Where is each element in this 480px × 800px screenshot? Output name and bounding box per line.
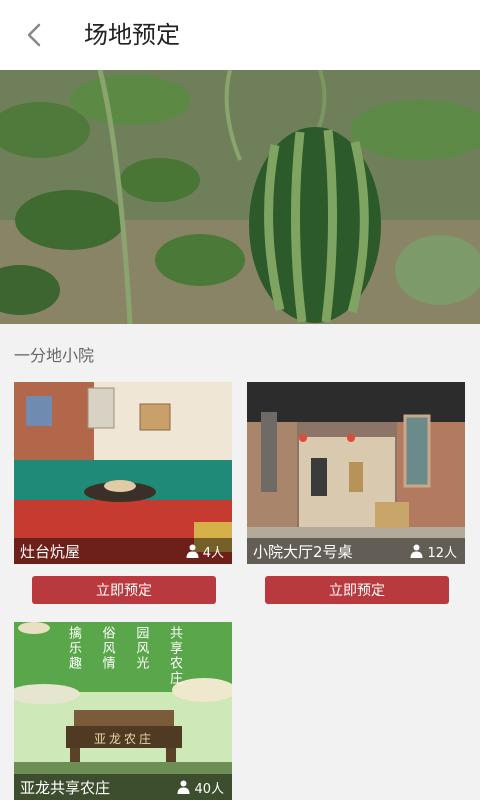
- venue-capacity: 40人: [177, 778, 224, 797]
- venue-photo: 擒乐趣 俗风情 园风光 共享农庄 亚龙农庄 亚龙共享农庄 40人: [14, 622, 232, 800]
- chevron-left-icon: [27, 23, 41, 47]
- app-header: 场地预定: [0, 0, 480, 71]
- venue-photo: 灶台炕屋 4人: [14, 382, 232, 564]
- venue-name: 灶台炕屋: [20, 542, 81, 561]
- poster-text: 擒乐趣: [66, 626, 81, 671]
- person-icon: [410, 544, 423, 558]
- venue-card[interactable]: 灶台炕屋 4人: [14, 382, 232, 564]
- venue-capacity: 4人: [186, 542, 224, 561]
- book-now-button[interactable]: 立即预定: [265, 576, 449, 604]
- venue-capacity: 12人: [410, 542, 457, 561]
- venue-capacity-text: 40人: [194, 781, 224, 797]
- page-title: 场地预定: [84, 21, 180, 49]
- banner-image: [0, 70, 480, 324]
- book-now-button[interactable]: 立即预定: [32, 576, 216, 604]
- poster-text: 共享农庄: [166, 626, 182, 686]
- poster-text: 园风光: [133, 626, 149, 671]
- venue-capacity-text: 4人: [202, 545, 224, 561]
- person-icon: [177, 780, 190, 794]
- venue-capacity-text: 12人: [427, 545, 457, 561]
- venue-card[interactable]: 小院大厅2号桌 12人: [247, 382, 465, 564]
- section-title: 一分地小院: [14, 346, 95, 365]
- venue-photo: 小院大厅2号桌 12人: [247, 382, 465, 564]
- venue-card[interactable]: 擒乐趣 俗风情 园风光 共享农庄 亚龙农庄 亚龙共享农庄 40人: [14, 622, 232, 800]
- venue-info-bar: 亚龙共享农庄 40人: [14, 774, 232, 800]
- venue-name: 小院大厅2号桌: [253, 542, 353, 561]
- back-button[interactable]: [18, 18, 52, 52]
- person-icon: [186, 544, 199, 558]
- farm-sign: 亚龙农庄: [94, 732, 155, 746]
- poster-text: 俗风情: [99, 626, 115, 671]
- venue-info-bar: 灶台炕屋 4人: [14, 538, 232, 564]
- poster-columns: 擒乐趣 俗风情 园风光 共享农庄: [64, 626, 184, 686]
- venue-name: 亚龙共享农庄: [20, 778, 111, 797]
- venue-info-bar: 小院大厅2号桌 12人: [247, 538, 465, 564]
